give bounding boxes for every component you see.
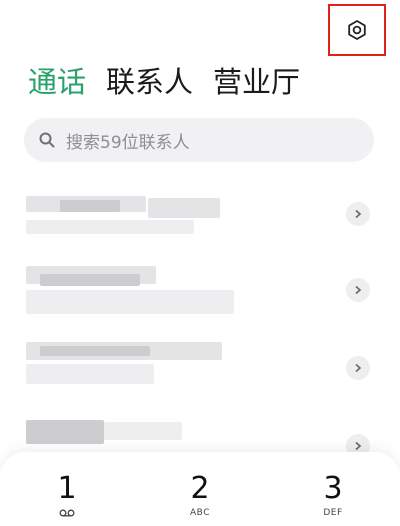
dial-key-1[interactable]: 1: [22, 472, 112, 520]
tab-service-hall[interactable]: 营业厅: [213, 62, 300, 102]
chevron-right-icon[interactable]: [346, 356, 370, 380]
blurred-name-detail: [60, 200, 120, 212]
top-tabs: 通话 联系人 营业厅: [28, 62, 300, 102]
blurred-number: [26, 220, 194, 234]
chevron-right-icon[interactable]: [346, 202, 370, 226]
search-placeholder: 搜索59位联系人: [66, 132, 190, 153]
tab-calls[interactable]: 通话: [28, 62, 86, 102]
voicemail-icon: [59, 509, 75, 517]
list-item[interactable]: [0, 262, 400, 342]
tab-contacts[interactable]: 联系人: [106, 62, 193, 102]
dial-key-2[interactable]: 2 ABC: [155, 472, 245, 520]
blurred-number: [26, 290, 234, 314]
blurred-name-extra: [148, 198, 220, 218]
dial-key-2-letters: ABC: [190, 508, 210, 518]
blurred-name-detail: [104, 422, 182, 440]
chevron-right-icon[interactable]: [346, 278, 370, 302]
dialpad: 1 2 ABC 3 DEF: [0, 452, 400, 526]
blurred-name-detail: [40, 346, 150, 356]
list-item[interactable]: [0, 340, 400, 420]
blurred-name: [26, 420, 104, 444]
search-bar[interactable]: 搜索59位联系人: [24, 118, 374, 162]
dial-key-3[interactable]: 3 DEF: [288, 472, 378, 520]
blurred-name-detail: [40, 274, 140, 286]
search-icon: [39, 132, 55, 148]
settings-button[interactable]: [328, 4, 386, 56]
dial-key-3-letters: DEF: [323, 508, 343, 518]
list-item[interactable]: [0, 180, 400, 260]
gear-icon: [348, 20, 366, 40]
blurred-number: [26, 364, 154, 384]
